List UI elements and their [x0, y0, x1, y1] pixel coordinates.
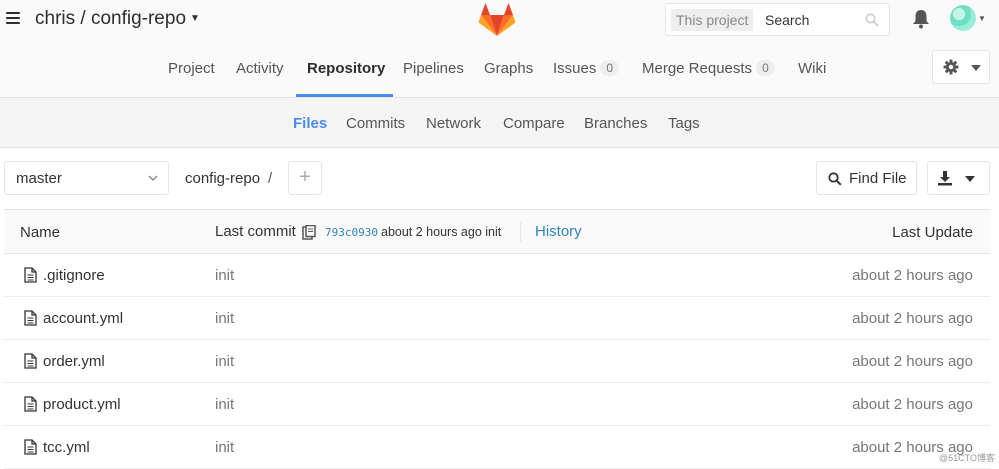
column-header-name: Name	[20, 224, 60, 241]
history-link[interactable]: History	[535, 223, 582, 240]
subtab-network[interactable]: Network	[426, 115, 481, 132]
download-button[interactable]	[927, 161, 990, 195]
active-tab-indicator	[296, 94, 393, 97]
tab-graphs[interactable]: Graphs	[484, 60, 533, 77]
file-name-link[interactable]: .gitignore	[43, 267, 105, 284]
chevron-down-icon[interactable]: ▼	[190, 13, 200, 24]
project-title[interactable]: chris / config-repo ▼	[35, 8, 200, 30]
column-header-last-update: Last Update	[892, 224, 973, 241]
last-update-time: about 2 hours ago	[852, 310, 973, 327]
commit-message-link[interactable]: init	[215, 439, 234, 456]
subtab-compare[interactable]: Compare	[503, 115, 565, 132]
breadcrumb-repo-link[interactable]: config-repo	[185, 170, 260, 187]
file-name-link[interactable]: product.yml	[43, 396, 121, 413]
commit-meta: about 2 hours ago init	[381, 225, 501, 239]
breadcrumb-separator: /	[268, 170, 272, 187]
file-name-link[interactable]: order.yml	[43, 353, 105, 370]
bell-icon[interactable]	[912, 9, 930, 29]
tab-issues[interactable]: Issues0	[553, 60, 619, 77]
tab-activity[interactable]: Activity	[236, 60, 284, 77]
settings-button[interactable]	[932, 50, 990, 84]
table-row[interactable]: account.yml init about 2 hours ago	[4, 297, 990, 340]
commit-sha-link[interactable]: 793c0930	[325, 226, 378, 239]
search-icon	[865, 13, 879, 27]
file-icon	[24, 353, 37, 369]
tab-repository[interactable]: Repository	[307, 60, 385, 77]
commit-message-link[interactable]: init	[215, 267, 234, 284]
file-icon	[24, 267, 37, 283]
file-icon	[24, 439, 37, 455]
clipboard-icon[interactable]	[302, 225, 316, 240]
file-name-link[interactable]: tcc.yml	[43, 439, 90, 456]
branch-select[interactable]: master	[4, 161, 169, 195]
issues-count-badge: 0	[600, 60, 619, 76]
search-scope-label[interactable]: This project	[671, 9, 753, 31]
avatar[interactable]	[950, 5, 976, 31]
subtab-commits[interactable]: Commits	[346, 115, 405, 132]
file-icon	[24, 310, 37, 326]
merge-requests-count-badge: 0	[756, 60, 775, 76]
gear-icon	[943, 59, 959, 75]
tab-merge-requests-label[interactable]: Merge Requests	[642, 60, 752, 77]
last-update-time: about 2 hours ago	[852, 267, 973, 284]
column-header-last-commit: Last commit	[215, 223, 296, 240]
file-icon	[24, 396, 37, 412]
commit-message-link[interactable]: init	[215, 310, 234, 327]
last-update-time: about 2 hours ago	[852, 396, 973, 413]
subtab-branches[interactable]: Branches	[584, 115, 647, 132]
branch-select-value: master	[16, 170, 62, 187]
table-row[interactable]: tcc.yml init about 2 hours ago	[4, 426, 990, 469]
tab-wiki[interactable]: Wiki	[798, 60, 826, 77]
tab-merge-requests[interactable]: Merge Requests0	[642, 60, 775, 77]
subtab-files[interactable]: Files	[293, 115, 327, 132]
find-file-label: Find File	[849, 170, 907, 187]
table-row[interactable]: order.yml init about 2 hours ago	[4, 340, 990, 383]
download-icon	[938, 171, 952, 186]
watermark: @51CTO博客	[939, 451, 995, 464]
avatar-caret-icon[interactable]: ▼	[978, 14, 986, 23]
tab-project[interactable]: Project	[168, 60, 215, 77]
last-update-time: about 2 hours ago	[852, 353, 973, 370]
search-input[interactable]: This project Search	[665, 3, 890, 36]
project-nav: Project Activity Repository Pipelines Gr…	[0, 42, 999, 98]
chevron-down-icon	[148, 175, 158, 182]
chevron-down-icon	[971, 65, 981, 71]
divider	[520, 222, 521, 242]
chevron-down-icon	[965, 176, 975, 182]
gitlab-logo-icon[interactable]	[478, 2, 516, 38]
subtab-tags[interactable]: Tags	[668, 115, 700, 132]
table-row[interactable]: product.yml init about 2 hours ago	[4, 383, 990, 426]
menu-icon[interactable]	[6, 12, 20, 26]
search-icon	[828, 172, 842, 186]
add-file-button[interactable]: +	[288, 161, 322, 195]
commit-message-link[interactable]: init	[215, 353, 234, 370]
top-header: chris / config-repo ▼ This project Search…	[0, 0, 999, 42]
file-name-link[interactable]: account.yml	[43, 310, 123, 327]
find-file-button[interactable]: Find File	[816, 161, 917, 195]
table-row[interactable]: .gitignore init about 2 hours ago	[4, 254, 990, 297]
tab-pipelines[interactable]: Pipelines	[403, 60, 464, 77]
breadcrumb: config-repo /	[185, 170, 272, 187]
file-table-header: Name Last commit 793c0930 about 2 hours …	[4, 209, 990, 254]
project-title-text[interactable]: chris / config-repo	[35, 8, 186, 29]
repository-sub-nav: Files Commits Network Compare Branches T…	[0, 98, 999, 148]
commit-message-link[interactable]: init	[215, 396, 234, 413]
search-placeholder: Search	[765, 9, 809, 31]
tab-issues-label[interactable]: Issues	[553, 60, 596, 77]
